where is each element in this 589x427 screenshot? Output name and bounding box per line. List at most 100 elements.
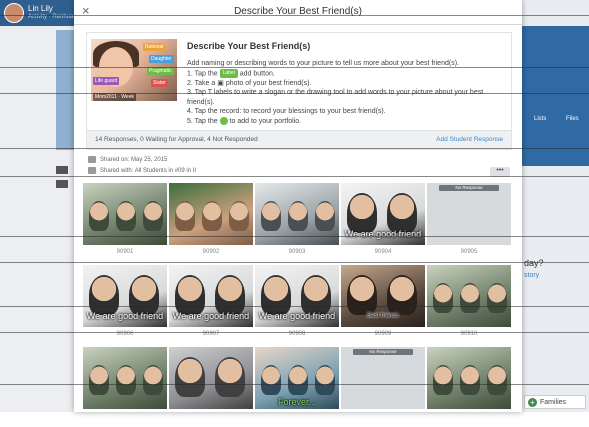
person-figure [215,275,245,315]
label-chip-icon: Label [219,68,238,78]
person-figure [460,283,480,313]
activity-image: Rational Daughter Pragmatic Life guard S… [91,39,177,101]
right-text-day: day? [524,258,544,268]
person-figure [215,357,245,397]
response-tile[interactable]: 90910 [427,265,511,345]
person-figure [487,365,507,395]
lists-label[interactable]: Lists [534,116,546,122]
card-title: Describe Your Best Friend(s) [187,41,311,51]
check-icon [219,116,228,125]
person-figure [229,201,249,231]
response-tile[interactable] [169,347,253,427]
scanline [0,15,589,16]
person-figure [202,201,222,231]
camera-icon: ▣ [217,79,224,87]
photo-caption: We are good friend [344,229,422,239]
response-photo: We are good friend [83,265,167,327]
person-figure [143,365,163,395]
scanline [0,236,589,237]
person-figure [129,275,159,315]
files-label[interactable]: Files [566,116,579,122]
no-response-badge: No Response [353,349,413,355]
response-tile[interactable]: Forever... [255,347,339,427]
response-tile[interactable]: Best friends 90909 [341,265,425,345]
response-tile[interactable] [83,347,167,427]
response-tile[interactable]: We are good friend 90904 [341,183,425,263]
person-figure [347,275,377,315]
scanline [0,384,589,385]
scanline [0,176,589,177]
person-figure [433,283,453,313]
image-tag: Life guard [93,77,120,85]
image-tag: Sister [151,79,168,87]
response-photo: Best friends [341,265,425,327]
person-figure [315,365,335,395]
right-panel [522,26,589,166]
response-tile[interactable]: No Response 90905 [427,183,511,263]
left-card [56,30,74,150]
person-figure [175,201,195,231]
modal-header: × Describe Your Best Friend(s) [74,0,522,25]
person-figure [387,193,417,233]
person-figure [261,365,281,395]
right-text-story[interactable]: story [524,272,539,279]
person-figure [143,201,163,231]
response-photo [427,265,511,327]
no-response-badge: No Response [439,185,499,191]
student-number: 90904 [374,249,392,255]
response-photo: We are good friend [255,265,339,327]
list-icon[interactable] [56,166,68,174]
response-tile[interactable]: We are good friend 90908 [255,265,339,345]
user-profile[interactable]: Lin Lily Activity · Renhua [4,3,73,23]
response-tile[interactable]: We are good friend 90906 [83,265,167,345]
people-icon [88,167,96,174]
student-number: 90902 [202,249,220,255]
student-number: 90905 [460,249,478,255]
scanline [0,67,589,68]
families-button[interactable]: + Families [524,395,586,409]
activity-card: Rational Daughter Pragmatic Life guard S… [86,32,512,150]
photo-caption: We are good friend [86,311,164,321]
response-tile[interactable]: We are good friend 90907 [169,265,253,345]
avatar [4,3,24,23]
person-figure [261,275,291,315]
response-photo [169,347,253,409]
scanline [0,262,589,263]
responses-summary: 14 Responses, 0 Waiting for Approval, 4 … [95,136,258,143]
photo-caption: We are good friend [258,311,336,321]
scanline [0,332,589,333]
image-tag: Daughter [149,55,174,63]
photo-caption: Forever... [277,397,316,407]
add-student-response-link[interactable]: Add Student Response [436,136,503,143]
person-figure [175,357,205,397]
photo-caption: We are good friend [172,311,250,321]
response-tile[interactable]: No Response [341,347,425,427]
calendar-icon[interactable] [56,180,68,188]
calendar-icon [88,156,96,163]
responses-grid: 90901 90902 90903 We are good friend 90904 No… [83,183,515,427]
response-tile[interactable] [427,347,511,427]
plus-icon: + [528,397,537,407]
no-response-placeholder: No Response [341,347,425,409]
response-tile[interactable]: 90902 [169,183,253,263]
scanline [0,306,589,307]
person-figure [315,201,335,231]
photo-caption: Best friends [367,313,399,319]
person-figure [89,365,109,395]
person-figure [288,201,308,231]
response-tile[interactable]: 90901 [83,183,167,263]
step-5: 5. Tap the to add to your portfolio. [187,116,302,125]
card-footer: 14 Responses, 0 Waiting for Approval, 4 … [87,130,511,149]
student-number: 90903 [288,249,306,255]
person-figure [116,201,136,231]
person-figure [89,201,109,231]
activity-modal: × Describe Your Best Friend(s) Rational … [74,0,522,412]
person-figure [116,365,136,395]
response-tile[interactable]: 90903 [255,183,339,263]
person-figure [487,283,507,313]
shared-on: Shared on: May 25, 2015 [88,156,167,163]
scanline [0,148,589,149]
person-figure [301,275,331,315]
response-photo [83,347,167,409]
step-1: 1. Tap the Label add button. [187,68,275,78]
